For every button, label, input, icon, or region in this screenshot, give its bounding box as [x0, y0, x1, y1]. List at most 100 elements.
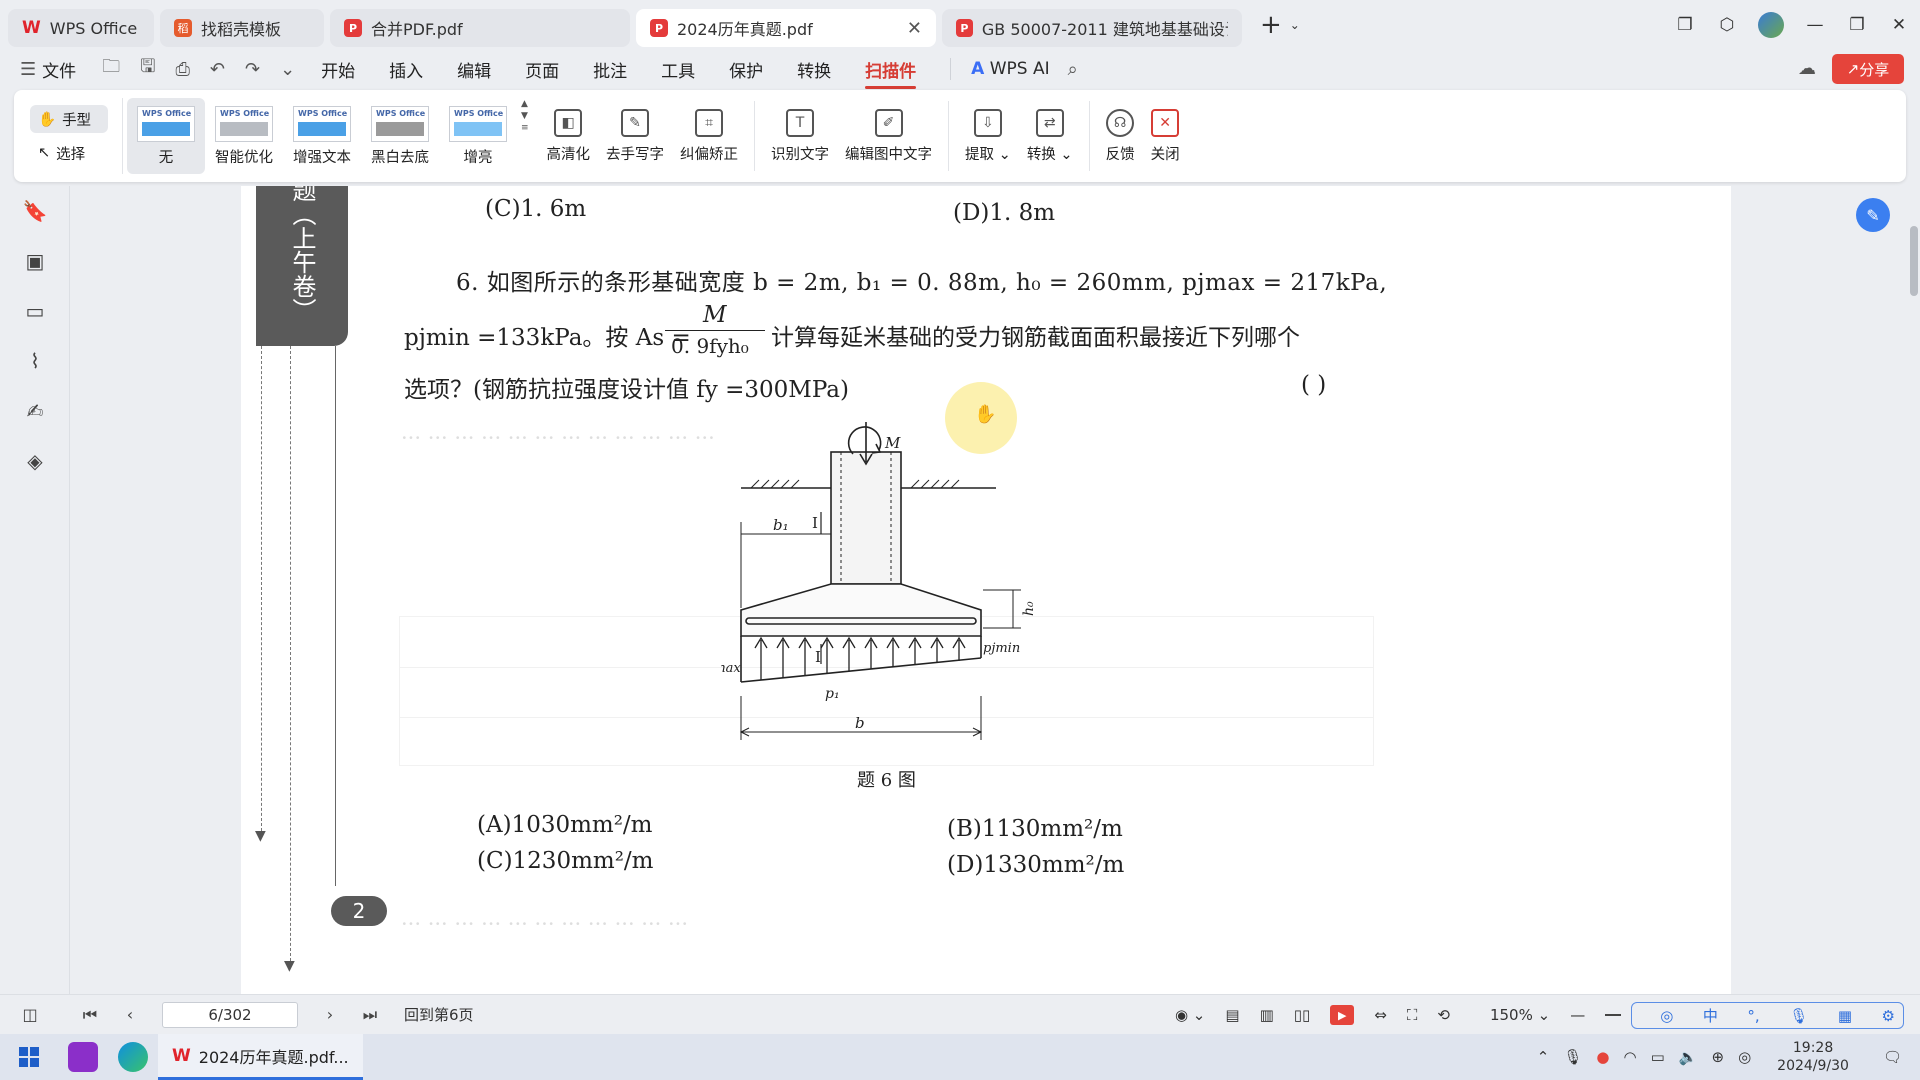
print-icon[interactable]: ⎙ [175, 59, 189, 80]
comment-icon[interactable]: ▭ [0, 286, 70, 336]
filter-none[interactable]: WPS Office 无 [127, 98, 205, 174]
expand-icon[interactable]: ≡ [521, 122, 529, 134]
attachment-icon[interactable]: ⌇ [0, 336, 70, 386]
wifi-icon[interactable]: ◠ [1624, 1048, 1637, 1066]
two-page-icon[interactable]: ▯▯ [1294, 1006, 1311, 1024]
fit-width-icon[interactable]: ⇔ [1374, 1006, 1387, 1024]
tab-2024-exam[interactable]: P 2024历年真题.pdf ✕ [636, 9, 936, 47]
tab-label: WPS Office [49, 18, 138, 38]
close-icon[interactable]: ✕ [907, 18, 922, 39]
tab-gb50007[interactable]: P GB 50007-2011 建筑地基基础设计规 [942, 9, 1242, 47]
ime-toolbar[interactable]: ◎ 中 °, 🎙 ▦ ⚙ [1631, 1001, 1904, 1029]
avatar[interactable] [1758, 12, 1784, 38]
mic-icon[interactable]: 🎙 [1563, 1048, 1582, 1066]
chevron-down-icon[interactable]: ⌄ [280, 59, 295, 80]
window-tile-icon[interactable]: ❐ [1664, 15, 1706, 35]
hamburger-icon[interactable]: ☰ [20, 59, 36, 80]
vertical-scrollbar[interactable] [1910, 226, 1918, 296]
chevron-up-icon[interactable]: ▲ [521, 98, 529, 110]
continuous-icon[interactable]: ▥ [1260, 1006, 1274, 1024]
menu-edit[interactable]: 编辑 [457, 57, 491, 82]
tab-wps-office[interactable]: W WPS Office [8, 9, 154, 47]
zoom-level[interactable]: 150% ⌄ [1470, 1006, 1550, 1024]
chevron-down-icon[interactable]: ▼ [521, 110, 529, 122]
fit-page-icon[interactable]: ⛶ [1407, 1006, 1418, 1024]
cloud-sync-icon[interactable]: ☁ [1798, 58, 1816, 79]
sidebar-toggle-icon[interactable]: ◫ [10, 1005, 50, 1024]
menu-insert[interactable]: 插入 [389, 57, 423, 82]
redo-icon[interactable]: ↷ [245, 59, 260, 80]
zoom-out-icon[interactable]: — [1570, 1006, 1585, 1024]
wps-ai-button[interactable]: A WPS AI [971, 59, 1049, 79]
start-button[interactable] [0, 1047, 58, 1067]
menu-annotate[interactable]: 批注 [593, 57, 627, 82]
cube-icon[interactable]: ⬡ [1706, 15, 1748, 35]
hd-button[interactable]: ◧ 高清化 [539, 108, 599, 164]
filter-bw[interactable]: WPS Office 黑白去底 [361, 98, 439, 174]
menu-page[interactable]: 页面 [525, 57, 559, 82]
last-page-icon[interactable]: ⏭ [350, 1005, 390, 1025]
search-icon[interactable]: ⌕ [1068, 59, 1078, 80]
menu-convert[interactable]: 转换 [797, 57, 831, 82]
record-icon[interactable]: ● [1596, 1048, 1609, 1066]
volume-icon[interactable]: 🔈 [1679, 1048, 1698, 1066]
battery-icon[interactable]: ▭ [1651, 1048, 1665, 1066]
add-tab-icon[interactable]: + [1260, 10, 1282, 40]
filter-enhance-text[interactable]: WPS Office 增强文本 [283, 98, 361, 174]
prev-page-icon[interactable]: ‹ [110, 1005, 150, 1024]
single-page-icon[interactable]: ▤ [1225, 1006, 1239, 1024]
layers-icon[interactable]: ◈ [0, 436, 70, 486]
tab-merge-pdf[interactable]: P 合并PDF.pdf [330, 9, 630, 47]
formula-numerator: M [703, 302, 727, 328]
filter-smart-optimize[interactable]: WPS Office 智能优化 [205, 98, 283, 174]
folder-icon[interactable]: 🗀 [102, 54, 120, 84]
ocr-button[interactable]: T 识别文字 [763, 108, 837, 164]
taskbar-app-edge[interactable] [108, 1042, 158, 1072]
save-icon[interactable]: 🖫 [140, 54, 155, 84]
gallery-scroll[interactable]: ▲ ▼ ≡ [521, 98, 529, 174]
eye-protect-icon[interactable]: ◉ ⌄ [1175, 1006, 1205, 1024]
signature-icon[interactable]: ✍ [0, 386, 70, 436]
hand-mode-button[interactable]: ✋ 手型 [30, 105, 108, 133]
document-viewport[interactable]: 题（上午卷） ▼ ▼ (C)1. 6m (D)1. 8m 6. 如图所示的条形基… [71, 186, 1920, 994]
select-mode-button[interactable]: ↖ 选择 [30, 139, 108, 167]
menu-tools[interactable]: 工具 [661, 57, 695, 82]
chevron-up-icon[interactable]: ⌃ [1537, 1048, 1550, 1066]
menu-scan[interactable]: 扫描件 [865, 57, 917, 89]
menu-file[interactable]: 文件 [42, 57, 76, 82]
remove-handwriting-button[interactable]: ✎ 去手写字 [598, 108, 672, 164]
first-page-icon[interactable]: ⏮ [70, 1005, 110, 1025]
window-close-icon[interactable]: ✕ [1878, 15, 1920, 35]
share-button[interactable]: ↗ 分享 [1832, 54, 1904, 84]
rotate-icon[interactable]: ⟲ [1437, 1006, 1450, 1024]
page-number-input[interactable]: 6/302 [162, 1001, 298, 1028]
menu-start[interactable]: 开始 [321, 57, 355, 82]
minimize-icon[interactable]: — [1794, 15, 1836, 35]
taskbar-wps-task[interactable]: W 2024历年真题.pdf... [158, 1034, 363, 1080]
convert-button[interactable]: ⇄ 转换 ⌄ [1019, 108, 1081, 164]
edit-image-text-button[interactable]: ✐ 编辑图中文字 [837, 108, 940, 164]
zoom-slider[interactable] [1605, 1014, 1622, 1016]
option-b: (B)1130mm²/m [947, 816, 1123, 842]
ai-assistant-icon[interactable]: ✎ [1856, 198, 1890, 232]
back-to-page-link[interactable]: 回到第6页 [404, 1004, 474, 1025]
feedback-button[interactable]: ☊ 反馈 [1098, 108, 1143, 164]
tab-template[interactable]: 稻 找稻壳模板 [160, 9, 324, 47]
ime-mode-icon[interactable]: ⊕ [1711, 1048, 1724, 1066]
notification-icon[interactable]: 🗨 [1883, 1048, 1902, 1066]
filter-brighten[interactable]: WPS Office 增亮 [439, 98, 517, 174]
play-icon[interactable]: ▶ [1330, 1005, 1355, 1025]
close-scan-button[interactable]: ✕ 关闭 [1143, 108, 1188, 164]
deskew-button[interactable]: ⌗ 纠偏矫正 [672, 108, 746, 164]
chevron-down-icon[interactable]: ⌄ [1290, 18, 1300, 32]
taskbar-app-1[interactable] [58, 1042, 108, 1072]
menu-protect[interactable]: 保护 [729, 57, 763, 82]
ifly-tray-icon[interactable]: ◎ [1738, 1048, 1751, 1066]
restore-icon[interactable]: ❐ [1836, 15, 1878, 35]
next-page-icon[interactable]: › [310, 1005, 350, 1024]
thumbnail-icon[interactable]: ▣ [0, 236, 70, 286]
system-clock[interactable]: 19:28 2024/9/30 [1770, 1039, 1856, 1075]
bookmark-icon[interactable]: 🔖 [0, 186, 70, 236]
extract-button[interactable]: ⇩ 提取 ⌄ [957, 108, 1019, 164]
undo-icon[interactable]: ↶ [210, 59, 225, 80]
